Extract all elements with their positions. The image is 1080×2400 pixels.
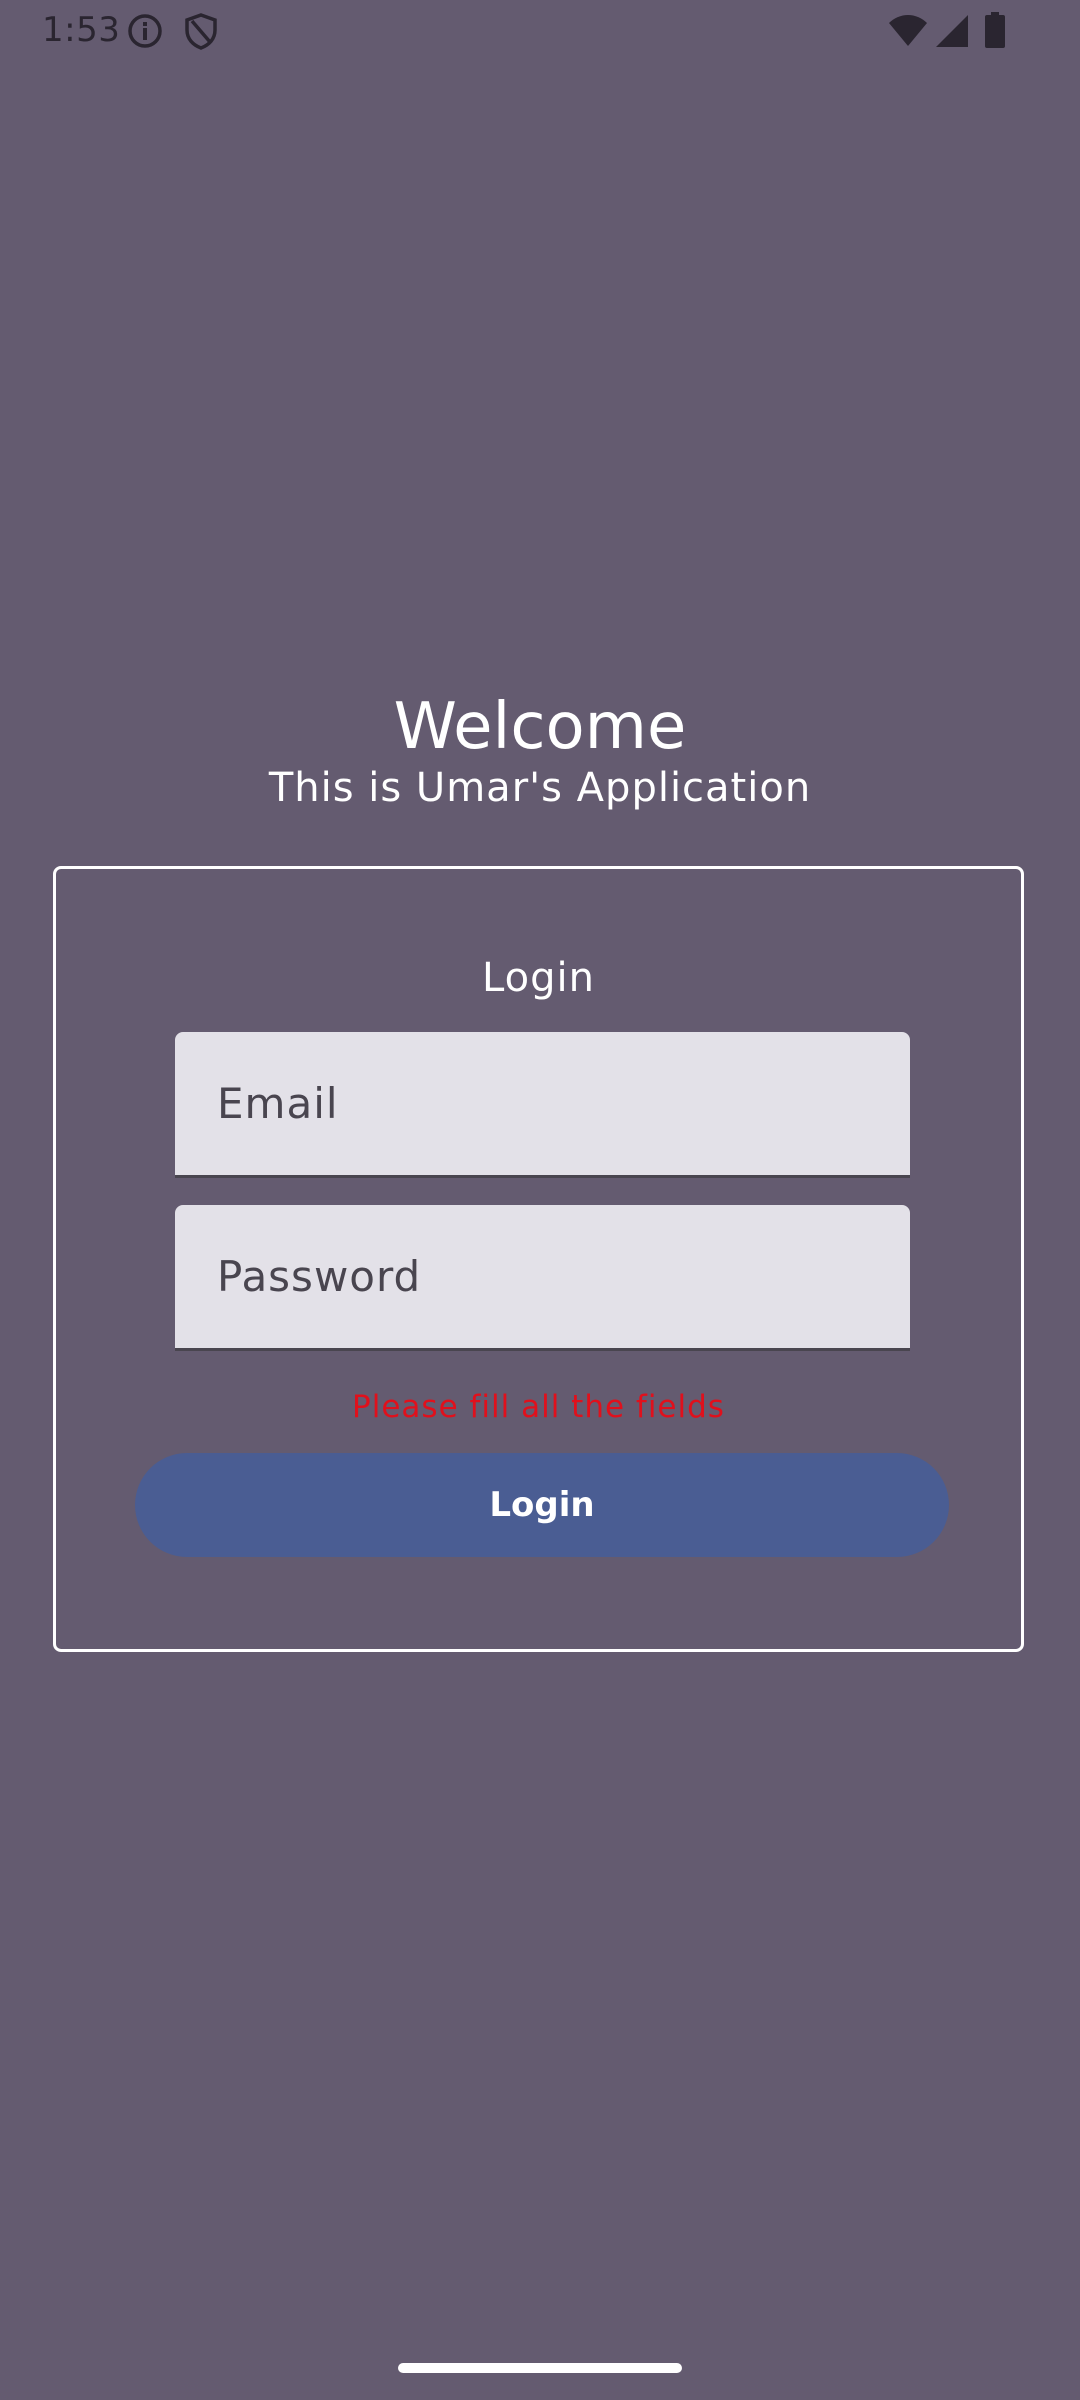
login-card-title: Login bbox=[482, 955, 595, 1001]
login-screen: 1:53 Welcome This is Umar's Application … bbox=[0, 0, 1080, 2400]
status-bar: 1:53 bbox=[0, 0, 1080, 64]
page-title: Welcome bbox=[393, 690, 687, 764]
shield-icon bbox=[185, 13, 217, 50]
login-card: Login Please fill all the fields Login bbox=[53, 866, 1024, 1652]
status-time: 1:53 bbox=[42, 10, 121, 50]
password-field-container bbox=[175, 1205, 910, 1351]
login-button[interactable]: Login bbox=[135, 1453, 949, 1557]
email-field-container bbox=[175, 1032, 910, 1178]
page-subtitle: This is Umar's Application bbox=[268, 765, 812, 811]
email-field[interactable] bbox=[175, 1032, 910, 1175]
info-icon bbox=[128, 14, 162, 48]
battery-icon bbox=[985, 12, 1005, 48]
home-indicator[interactable] bbox=[398, 2363, 682, 2373]
error-message: Please fill all the fields bbox=[352, 1389, 725, 1425]
signal-icon bbox=[936, 15, 968, 47]
password-field[interactable] bbox=[175, 1205, 910, 1348]
wifi-icon bbox=[889, 15, 927, 46]
